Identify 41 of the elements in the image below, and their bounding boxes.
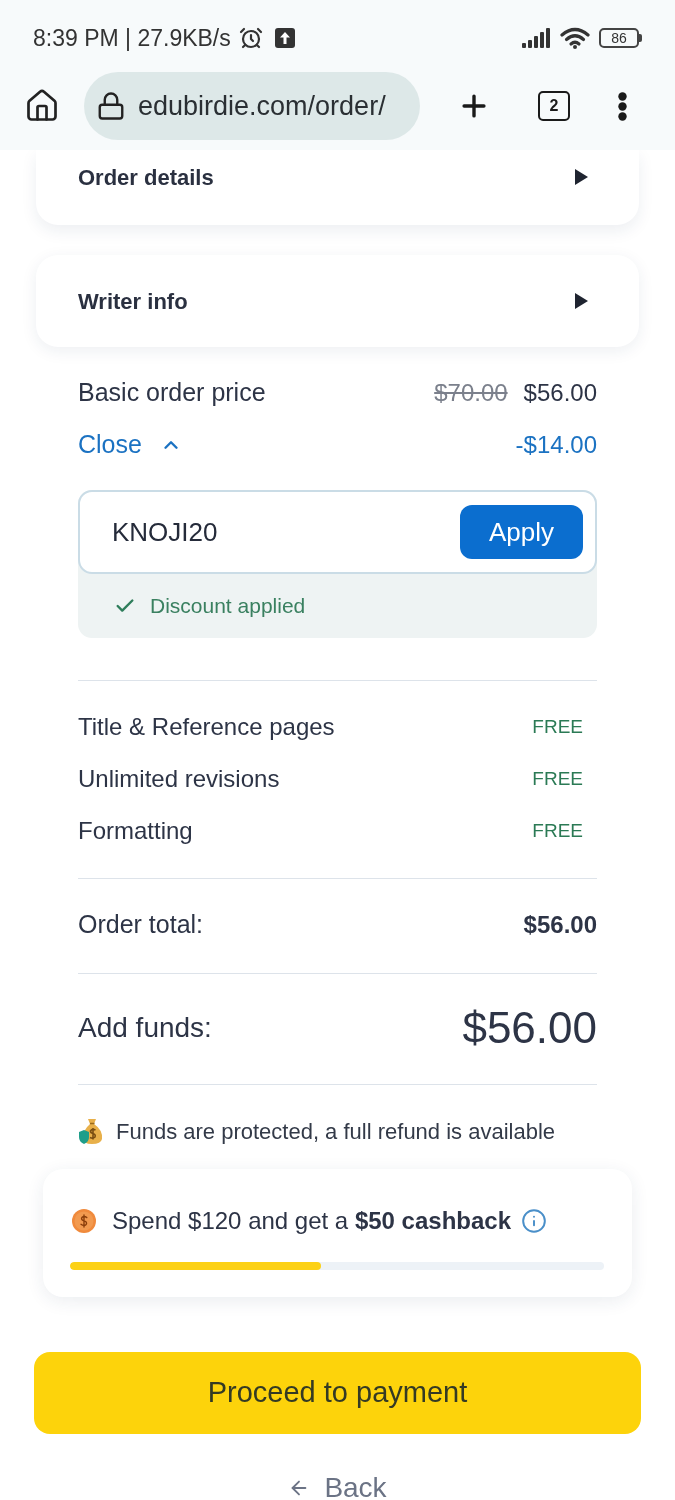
discount-toggle[interactable]: Close [78,426,182,464]
extra-item-label: Unlimited revisions [78,764,280,794]
status-time: 8:39 PM | 27.9KB/s [33,23,231,53]
order-total-value: $56.00 [523,910,597,940]
price-label: Basic order price [78,377,266,409]
menu-icon [617,91,627,121]
battery-indicator: 86 [599,28,642,48]
order-total-label: Order total: [78,909,204,941]
proceed-to-payment-button[interactable]: Proceed to payment [34,1352,641,1434]
collapsible-section-card[interactable]: Writer info [36,255,639,347]
triangle-right-icon [573,169,589,185]
signal-icon [522,28,551,48]
wifi-icon [560,27,590,49]
upload-icon [274,28,295,48]
apply-button[interactable]: Apply [460,505,583,559]
discount-status-text: Discount applied [150,593,306,620]
info-icon[interactable] [521,1208,547,1234]
discounted-price: $56.00 [523,378,597,408]
extra-item-label: Formatting [78,816,193,846]
home-icon [24,88,60,124]
triangle-right-icon [573,293,589,309]
coin-icon [72,1209,96,1233]
old-price: $70.00 [434,378,508,408]
tab-switcher-button[interactable]: 2 [538,91,570,121]
money-bag-shield-icon [78,1117,104,1145]
add-funds-amount: $56.00 [462,1002,597,1054]
promo-code-field[interactable]: KNOJI20 Apply [78,490,597,574]
extra-item-value: FREE [532,714,584,739]
collapsible-section-card[interactable]: Order details [36,150,639,225]
extra-item-value: FREE [532,766,584,791]
protection-note: Funds are protected, a full refund is available [116,1117,556,1146]
url-text: edubirdie.com/order/ [138,89,386,123]
alarm-clock-icon [238,26,263,50]
extra-item-value: FREE [532,818,584,843]
lock-icon [96,91,126,121]
add-funds-label: Add funds: [78,1011,212,1045]
address-bar[interactable]: edubirdie.com/order/ [84,72,420,140]
discount-amount: -$14.00 [515,430,597,460]
cashback-offer-text: Spend $120 and get a $50 cashback [112,1206,511,1236]
back-link[interactable]: Back [288,1474,387,1500]
extra-item-label: Title & Reference pages [78,712,335,742]
